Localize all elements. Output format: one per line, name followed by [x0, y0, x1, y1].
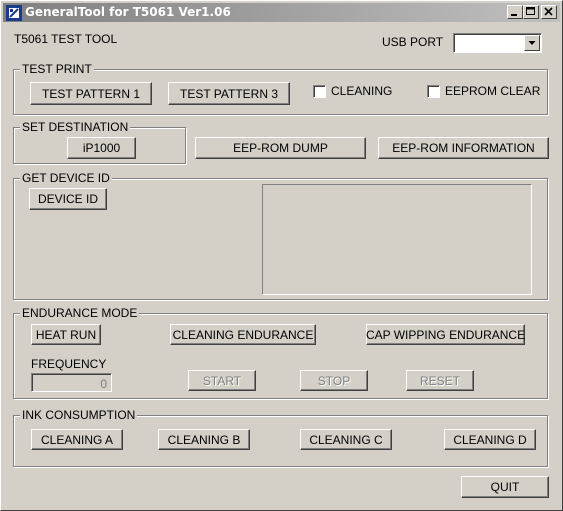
cleaning-checkbox-label: CLEANING: [331, 84, 393, 98]
device-id-title: GET DEVICE ID: [20, 171, 112, 185]
maximize-button[interactable]: [523, 5, 539, 19]
usb-port-dropdown-button[interactable]: [524, 35, 540, 51]
window-title: GeneralTool for T5061 Ver1.06: [25, 5, 231, 19]
close-icon: [544, 7, 553, 16]
app-icon: [6, 5, 22, 21]
cleaning-a-button[interactable]: CLEANING A: [31, 429, 123, 450]
quit-button[interactable]: QUIT: [461, 476, 549, 498]
app-label: T5061 TEST TOOL: [14, 32, 118, 46]
test-pattern-1-button[interactable]: TEST PATTERN 1: [30, 82, 152, 105]
eeprom-dump-button[interactable]: EEP-ROM DUMP: [195, 137, 366, 159]
test-pattern-3-button[interactable]: TEST PATTERN 3: [168, 82, 290, 105]
cleaning-d-button[interactable]: CLEANING D: [444, 429, 536, 450]
ink-consumption-title: INK CONSUMPTION: [20, 408, 138, 422]
cleaning-b-button[interactable]: CLEANING B: [158, 429, 250, 450]
device-id-button[interactable]: DEVICE ID: [29, 188, 107, 210]
set-destination-title: SET DESTINATION: [20, 120, 131, 134]
start-button[interactable]: START: [188, 370, 256, 391]
eeprom-information-button[interactable]: EEP-ROM INFORMATION: [378, 137, 549, 159]
eeprom-clear-checkbox-label: EEPROM CLEAR: [445, 84, 541, 98]
cleaning-endurance-button[interactable]: CLEANING ENDURANCE: [170, 324, 316, 345]
frequency-label: FREQUENCY: [31, 357, 107, 371]
frequency-input[interactable]: 0: [31, 373, 112, 392]
title-bar[interactable]: GeneralTool for T5061 Ver1.06: [3, 3, 560, 22]
destination-button[interactable]: iP1000: [67, 137, 136, 159]
minimize-button[interactable]: [507, 5, 523, 19]
chevron-down-icon: [528, 41, 536, 45]
main-window: GeneralTool for T5061 Ver1.06 T5061 TEST…: [0, 0, 563, 511]
minimize-icon: [511, 14, 517, 16]
usb-port-label: USB PORT: [382, 35, 444, 49]
maximize-icon: [526, 7, 535, 15]
device-id-output[interactable]: [262, 184, 532, 295]
heat-run-button[interactable]: HEAT RUN: [31, 324, 101, 345]
stop-button[interactable]: STOP: [300, 370, 368, 391]
close-button[interactable]: [541, 5, 557, 19]
endurance-mode-title: ENDURANCE MODE: [20, 306, 140, 320]
cleaning-checkbox[interactable]: [313, 85, 326, 98]
test-print-title: TEST PRINT: [20, 62, 94, 76]
reset-button[interactable]: RESET: [406, 370, 474, 391]
cap-wipping-endurance-button[interactable]: CAP WIPPING ENDURANCE: [366, 324, 525, 345]
cleaning-c-button[interactable]: CLEANING C: [300, 429, 392, 450]
eeprom-clear-checkbox[interactable]: [427, 85, 440, 98]
usb-port-select[interactable]: [453, 33, 542, 53]
